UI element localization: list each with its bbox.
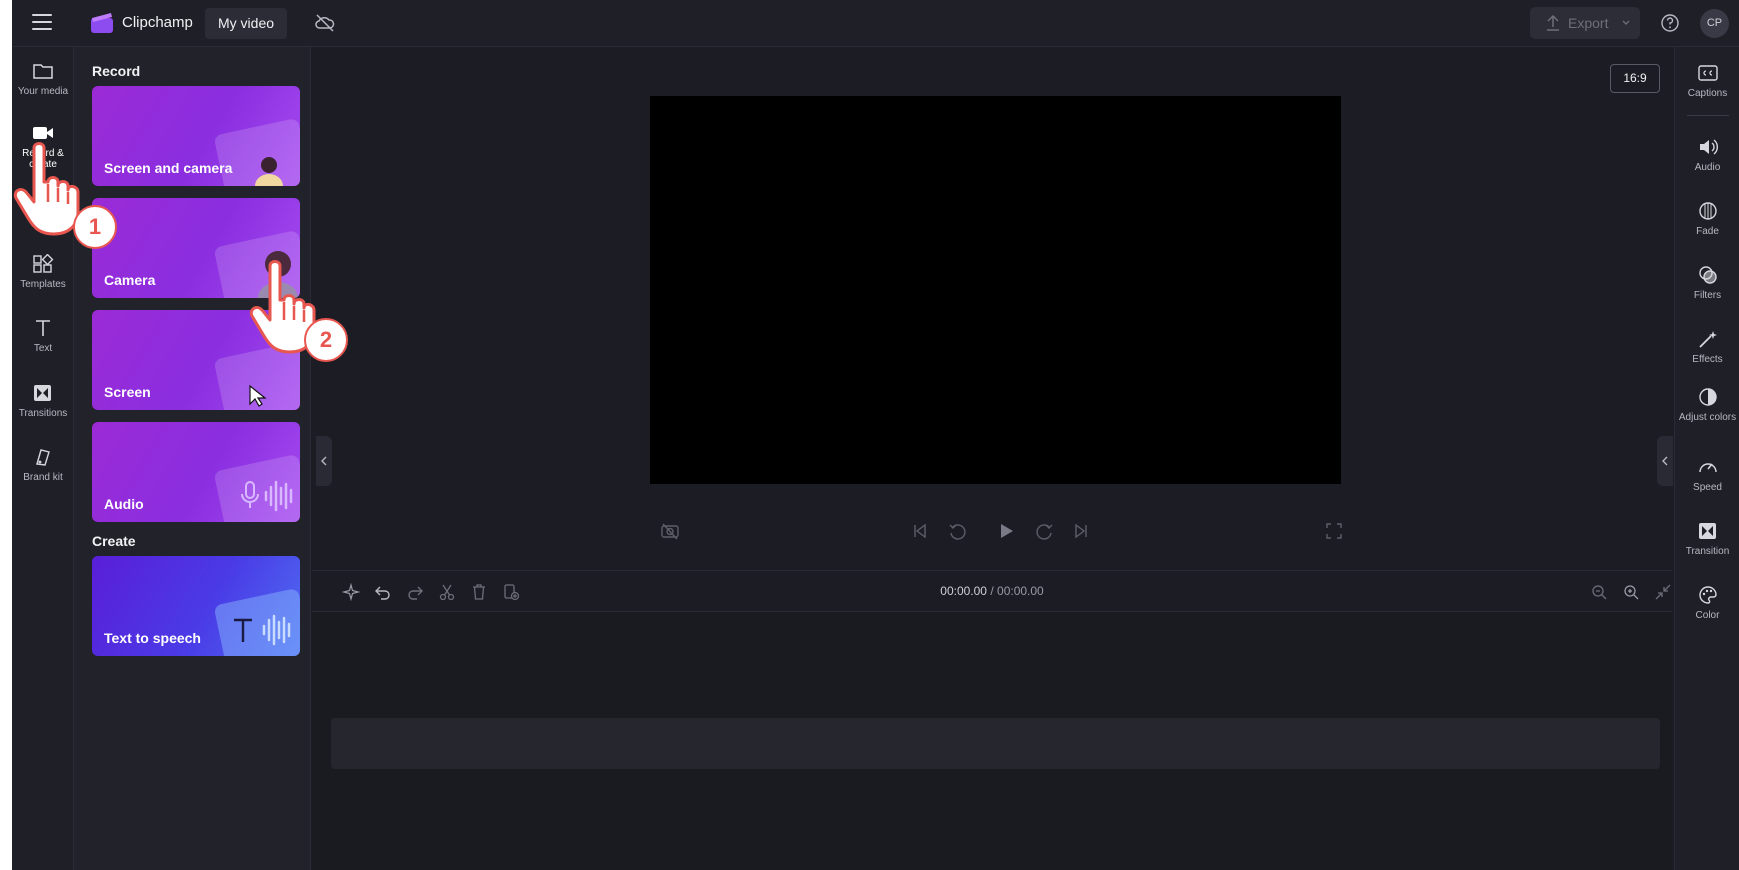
filters-icon — [1698, 266, 1717, 284]
clipchamp-app: Clipchamp My video Export CP Your media … — [12, 0, 1739, 870]
chevron-left-icon — [1662, 456, 1668, 466]
rail-item-text[interactable]: Text — [12, 318, 74, 354]
zoom-in-icon[interactable] — [1622, 583, 1640, 601]
step-badge-2: 2 — [304, 318, 348, 362]
rail-item-speed[interactable]: Speed — [1675, 457, 1739, 493]
microphone-waveform-icon — [241, 480, 293, 512]
record-create-panel: Record Screen and camera Camera Screen A… — [74, 47, 311, 870]
upload-icon — [1547, 15, 1559, 31]
transitions-icon — [34, 385, 51, 401]
brand-kit-icon — [36, 449, 50, 466]
export-button[interactable]: Export — [1530, 7, 1640, 39]
step-badge-1: 1 — [73, 205, 117, 249]
rail-item-color[interactable]: Color — [1675, 585, 1739, 621]
help-icon[interactable] — [1660, 13, 1680, 33]
timeline-toolbar: 00:00.00 / 00:00.00 — [312, 571, 1672, 612]
timeline-track[interactable] — [331, 718, 1660, 769]
card-label: Text to speech — [104, 630, 201, 646]
brand-name: Clipchamp — [122, 14, 193, 31]
timecode: 00:00.00 / 00:00.00 — [312, 584, 1672, 598]
chevron-left-icon — [321, 456, 327, 466]
rail-item-fade[interactable]: Fade — [1675, 201, 1739, 237]
create-section-title: Create — [92, 533, 136, 549]
rail-item-label: Templates — [20, 279, 66, 290]
rail-item-adjust-colors[interactable]: Adjust colors — [1675, 387, 1739, 423]
person-thumbnail-icon — [255, 157, 283, 186]
card-label: Audio — [104, 496, 144, 512]
top-bar: Clipchamp My video Export CP — [12, 0, 1739, 47]
skip-back-icon[interactable] — [910, 521, 930, 541]
card-label: Camera — [104, 272, 156, 288]
hamburger-menu-icon[interactable] — [32, 14, 52, 32]
folder-icon — [33, 64, 53, 79]
time-separator: / — [990, 584, 994, 598]
rail-item-label: Speed — [1693, 482, 1722, 493]
avatar[interactable]: CP — [1700, 9, 1729, 38]
adjust-colors-icon — [1698, 388, 1717, 406]
right-rail: Captions Audio Fade Filters Effects Adju… — [1674, 47, 1739, 870]
audio-card[interactable]: Audio — [92, 422, 300, 522]
play-icon[interactable] — [996, 521, 1016, 541]
cloud-off-icon[interactable] — [314, 13, 336, 33]
divider — [1687, 115, 1729, 116]
skip-forward-icon[interactable] — [1071, 521, 1091, 541]
rail-item-label: Color — [1695, 610, 1720, 621]
text-to-speech-card[interactable]: Text to speech — [92, 556, 300, 656]
card-label: Screen — [104, 384, 151, 400]
current-time: 00:00.00 — [940, 584, 987, 598]
rail-item-label: Transition — [1685, 546, 1730, 557]
card-label: Screen and camera — [104, 160, 233, 176]
rail-item-your-media[interactable]: Your media — [12, 61, 74, 97]
rail-item-filters[interactable]: Filters — [1675, 265, 1739, 301]
clipchamp-logo-icon — [91, 13, 113, 33]
text-icon — [36, 320, 50, 336]
total-time: 00:00.00 — [997, 584, 1044, 598]
collapse-panel-handle[interactable] — [316, 436, 332, 486]
cursor-icon — [249, 384, 267, 407]
aspect-ratio-button[interactable]: 16:9 — [1610, 64, 1660, 93]
rail-item-captions[interactable]: Captions — [1675, 63, 1739, 99]
magic-wand-icon — [1698, 331, 1717, 348]
rail-item-audio[interactable]: Audio — [1675, 137, 1739, 173]
palette-icon — [1698, 586, 1717, 604]
rail-item-label: Brand kit — [23, 472, 63, 483]
templates-icon — [33, 254, 54, 273]
text-waveform-icon — [234, 614, 291, 646]
export-label: Export — [1568, 15, 1609, 31]
chevron-down-icon — [1622, 20, 1630, 25]
speaker-icon — [1699, 139, 1718, 155]
rail-item-label: Transitions — [18, 408, 68, 419]
fullscreen-icon[interactable] — [1324, 521, 1344, 541]
rail-item-label: Adjust colors — [1678, 412, 1737, 423]
rail-item-label: Fade — [1696, 226, 1719, 237]
fit-timeline-icon[interactable] — [1654, 583, 1672, 601]
rail-item-brand-kit[interactable]: Brand kit — [12, 447, 74, 483]
forward-5-icon[interactable] — [1033, 521, 1055, 543]
camera-off-icon[interactable] — [660, 521, 680, 541]
rail-item-label: Effects — [1692, 354, 1723, 365]
rewind-5-icon[interactable] — [947, 521, 969, 543]
transition-icon — [1698, 523, 1716, 539]
captions-icon — [1697, 65, 1718, 81]
project-title-button[interactable]: My video — [205, 8, 288, 39]
screen-and-camera-card[interactable]: Screen and camera — [92, 86, 300, 186]
record-section-title: Record — [92, 63, 141, 79]
zoom-out-icon[interactable] — [1590, 583, 1608, 601]
rail-item-templates[interactable]: Templates — [12, 254, 74, 290]
rail-item-transition[interactable]: Transition — [1675, 521, 1739, 557]
timeline: 00:00.00 / 00:00.00 — [312, 570, 1672, 870]
rail-item-label: Your media — [17, 86, 69, 97]
speedometer-icon — [1698, 463, 1717, 473]
rail-item-label: Captions — [1687, 88, 1728, 99]
rail-item-label: Text — [33, 343, 53, 354]
rail-item-label: Filters — [1693, 290, 1722, 301]
rail-item-label: Audio — [1694, 162, 1721, 173]
fade-icon — [1698, 202, 1717, 220]
video-preview-canvas — [650, 96, 1341, 484]
collapse-properties-handle[interactable] — [1657, 436, 1673, 486]
rail-item-transitions[interactable]: Transitions — [12, 383, 74, 419]
rail-item-effects[interactable]: Effects — [1675, 329, 1739, 365]
